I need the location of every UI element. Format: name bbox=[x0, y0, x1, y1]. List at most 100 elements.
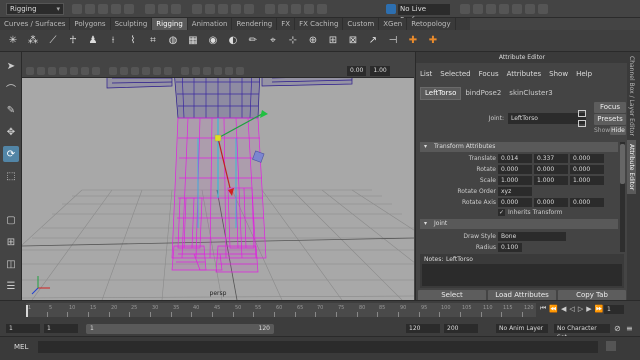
lighting-icon[interactable] bbox=[153, 66, 161, 75]
ae-menu-focus[interactable]: Focus bbox=[475, 68, 503, 80]
script-editor-icon[interactable] bbox=[606, 341, 616, 351]
depth-of-field-icon[interactable] bbox=[236, 66, 244, 75]
animation-start-field[interactable]: 1 bbox=[6, 324, 40, 333]
viewport-persp[interactable]: persp bbox=[22, 78, 414, 300]
rotate-order-dropdown[interactable]: xyz bbox=[498, 187, 532, 196]
ik-spline-icon[interactable]: ⌇ bbox=[126, 34, 140, 48]
ae-menu-list[interactable]: List bbox=[416, 68, 436, 80]
snap-curve-icon[interactable] bbox=[205, 4, 215, 14]
shelf-tab-fx-caching[interactable]: FX Caching bbox=[295, 18, 344, 30]
shelf-tab-sculpting[interactable]: Sculpting bbox=[111, 18, 153, 30]
film-gate-icon[interactable] bbox=[81, 66, 89, 75]
go-to-start-icon[interactable]: ⏮ bbox=[540, 304, 546, 313]
camera-attributes-icon[interactable] bbox=[37, 66, 45, 75]
antialias-icon[interactable] bbox=[225, 66, 233, 75]
camera-select-icon[interactable] bbox=[26, 66, 34, 75]
scale-constraint-icon[interactable]: ⊞ bbox=[326, 34, 340, 48]
time-slider-track[interactable]: 1 5 10 15 20 25 30 35 40 45 50 55 60 65 70 75 80 85 90 95 10… bbox=[26, 303, 536, 317]
set-key-icon[interactable]: ✚ bbox=[406, 34, 420, 48]
rotate-x-field[interactable]: 0.000 bbox=[498, 165, 532, 174]
live-surface-field[interactable]: No Live Surface bbox=[398, 4, 450, 24]
playback-end-field[interactable]: 120 bbox=[406, 324, 440, 333]
shelf-tab-curves-surfaces[interactable]: Curves / Surfaces bbox=[0, 18, 71, 30]
orient-constraint-icon[interactable]: ⊕ bbox=[306, 34, 320, 48]
shelf-tab-rendering[interactable]: Rendering bbox=[232, 18, 278, 30]
freeze-transform-icon[interactable]: ⊣ bbox=[386, 34, 400, 48]
history-icon[interactable] bbox=[265, 4, 275, 14]
grid-toggle-icon[interactable] bbox=[70, 66, 78, 75]
textured-icon[interactable] bbox=[142, 66, 150, 75]
open-scene-icon[interactable] bbox=[85, 4, 95, 14]
command-language-label[interactable]: MEL bbox=[14, 343, 28, 351]
insert-joint-icon[interactable]: ⁂ bbox=[26, 34, 40, 48]
radius-field[interactable]: 0.100 bbox=[498, 243, 522, 252]
side-tab-attribute-editor[interactable]: Attribute Editor bbox=[627, 139, 636, 195]
menu-set-selector[interactable]: Rigging bbox=[6, 3, 64, 15]
tool-settings-icon[interactable] bbox=[538, 4, 548, 14]
step-back-key-icon[interactable]: ⏪ bbox=[549, 305, 558, 313]
scale-tool-icon[interactable]: ⬚ bbox=[3, 168, 19, 184]
notes-textarea[interactable] bbox=[422, 264, 622, 286]
bind-skin-icon[interactable]: ⌗ bbox=[146, 34, 160, 48]
mirror-joint-icon[interactable]: ⟋ bbox=[46, 34, 60, 48]
select-hierarchy-icon[interactable] bbox=[145, 4, 155, 14]
point-constraint-icon[interactable]: ⌖ bbox=[266, 34, 280, 48]
step-back-frame-icon[interactable]: ◀ bbox=[561, 305, 566, 313]
wireframe-mode-icon[interactable] bbox=[109, 66, 117, 75]
outliner-layout-icon[interactable]: ☰ bbox=[3, 278, 19, 294]
shelf-tab-retopology[interactable]: Retopology bbox=[407, 18, 456, 30]
paint-weights-icon[interactable]: ◍ bbox=[166, 34, 180, 48]
playback-start-field[interactable]: 1 bbox=[44, 324, 78, 333]
hide-button[interactable]: Hide bbox=[610, 126, 626, 135]
side-tab-channel-box[interactable]: Channel Box / Layer Editor bbox=[627, 52, 636, 140]
current-time-indicator[interactable] bbox=[26, 305, 28, 317]
xray-joints-icon[interactable] bbox=[192, 66, 200, 75]
isolate-icon[interactable] bbox=[203, 66, 211, 75]
joint-section[interactable]: Joint bbox=[420, 219, 618, 229]
snap-plane-icon[interactable] bbox=[231, 4, 241, 14]
snap-grid-icon[interactable] bbox=[192, 4, 202, 14]
shelf-tab-fx[interactable]: FX bbox=[277, 18, 296, 30]
ik-handle-icon[interactable]: ⟊ bbox=[106, 34, 120, 48]
live-surface-icon[interactable] bbox=[386, 4, 396, 14]
workspace-icon[interactable] bbox=[486, 4, 496, 14]
side-by-side-icon[interactable]: ◫ bbox=[3, 256, 19, 272]
set-driven-key-icon[interactable]: ✚ bbox=[426, 34, 440, 48]
lattice-icon[interactable]: ▦ bbox=[186, 34, 200, 48]
bookmark-icon[interactable] bbox=[48, 66, 56, 75]
rotate-y-field[interactable]: 0.000 bbox=[534, 165, 568, 174]
move-tool-icon[interactable]: ✥ bbox=[3, 124, 19, 140]
wireframe-on-shaded-icon[interactable] bbox=[131, 66, 139, 75]
humanik-icon[interactable]: ♟ bbox=[86, 34, 100, 48]
animation-end-field[interactable]: 200 bbox=[444, 324, 478, 333]
ae-menu-attributes[interactable]: Attributes bbox=[503, 68, 546, 80]
attribute-editor-toggle-icon[interactable] bbox=[525, 4, 535, 14]
quick-rig-icon[interactable]: ☥ bbox=[66, 34, 80, 48]
lasso-tool-icon[interactable]: ⌒ bbox=[3, 80, 19, 96]
shelf-tab-animation[interactable]: Animation bbox=[188, 18, 233, 30]
anim-layer-dropdown[interactable]: No Anim Layer bbox=[496, 324, 548, 333]
gamma-field[interactable]: 1.00 bbox=[370, 65, 390, 76]
render-settings-icon[interactable] bbox=[304, 4, 314, 14]
shelf-tab-rigging[interactable]: Rigging bbox=[152, 18, 188, 30]
scale-y-field[interactable]: 1.000 bbox=[534, 176, 568, 185]
translate-z-field[interactable]: 0.000 bbox=[570, 154, 604, 163]
ae-tab-bindpose2[interactable]: bindPose2 bbox=[461, 88, 505, 99]
select-tool-icon[interactable]: ➤ bbox=[3, 58, 19, 74]
blend-shape-icon[interactable]: ✏ bbox=[246, 34, 260, 48]
channel-box-toggle-icon[interactable] bbox=[499, 4, 509, 14]
four-pane-icon[interactable]: ⊞ bbox=[3, 234, 19, 250]
playback-options-icon[interactable]: ≡ bbox=[626, 324, 633, 333]
scale-z-field[interactable]: 1.000 bbox=[570, 176, 604, 185]
ae-menu-selected[interactable]: Selected bbox=[436, 68, 474, 80]
focus-button[interactable]: Focus bbox=[594, 102, 626, 113]
step-forward-frame-icon[interactable]: ▶ bbox=[586, 305, 591, 313]
save-scene-icon[interactable] bbox=[98, 4, 108, 14]
smooth-shade-icon[interactable] bbox=[120, 66, 128, 75]
show-input-icon[interactable] bbox=[578, 120, 586, 127]
hypershade-icon[interactable] bbox=[317, 4, 327, 14]
presets-button[interactable]: Presets bbox=[594, 114, 626, 125]
translate-y-field[interactable]: 0.337 bbox=[534, 154, 568, 163]
select-node-icon[interactable] bbox=[578, 110, 586, 117]
ipr-render-icon[interactable] bbox=[291, 4, 301, 14]
